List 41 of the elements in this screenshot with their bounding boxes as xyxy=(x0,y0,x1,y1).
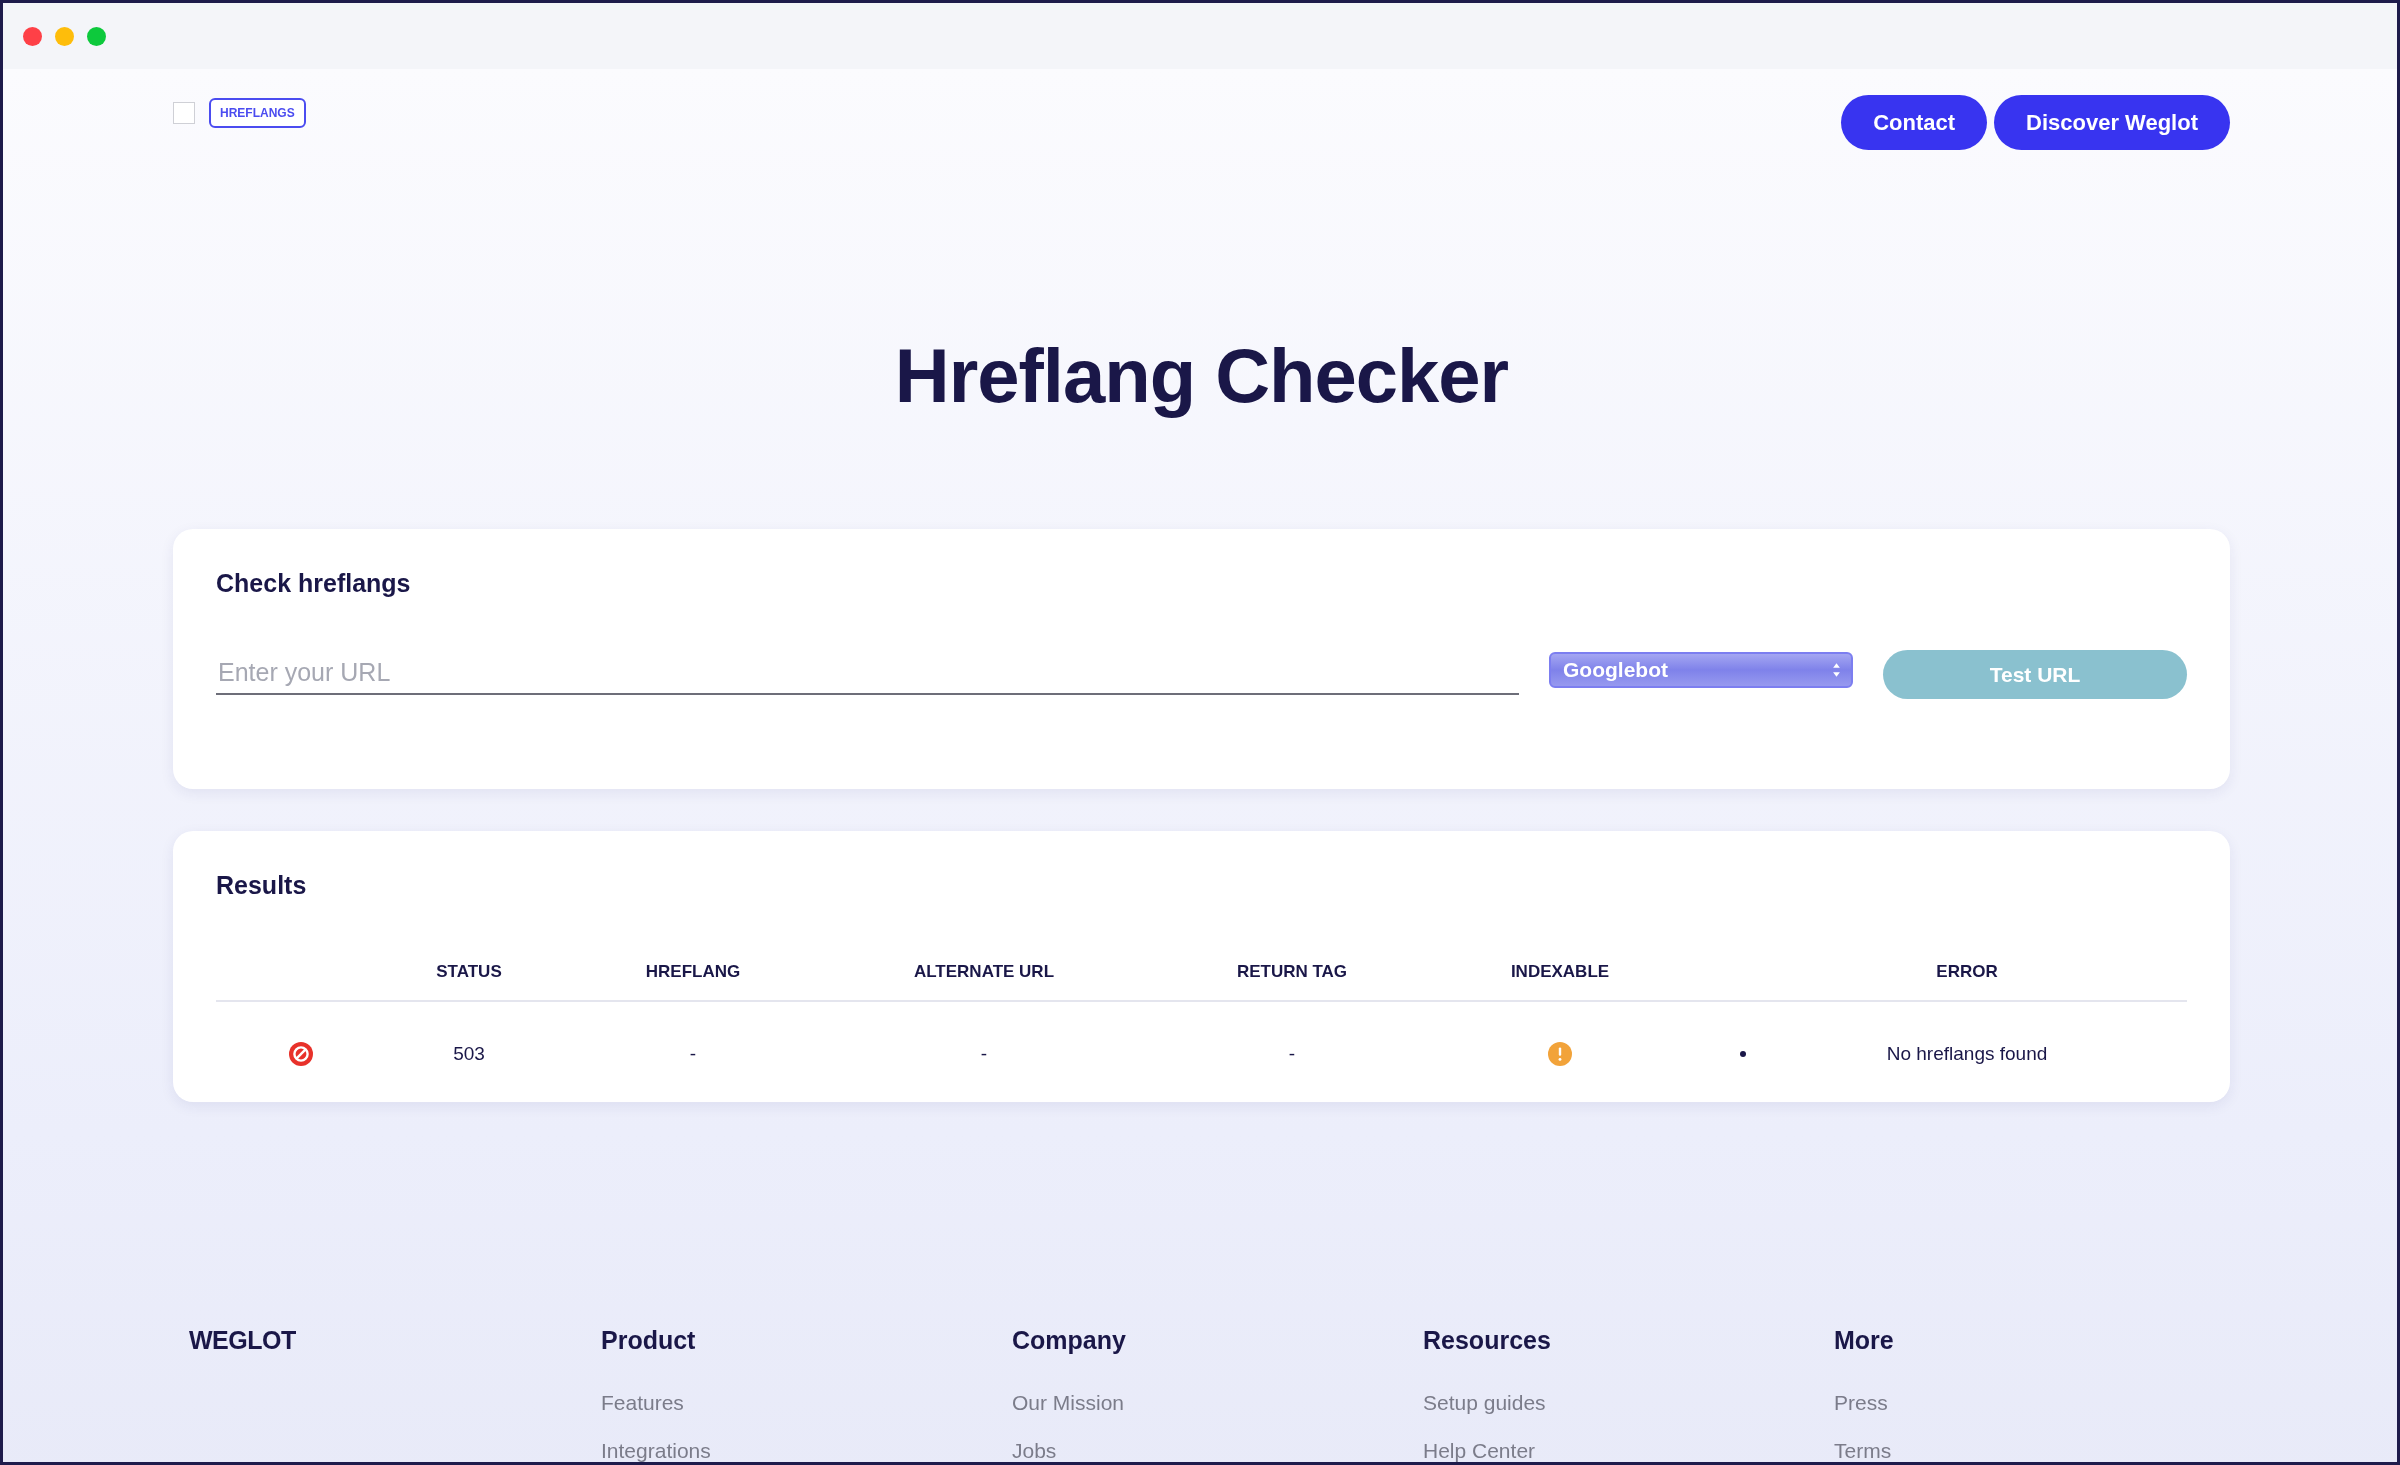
nav-button[interactable]: Contact xyxy=(1841,95,1987,150)
footer-link[interactable]: Jobs xyxy=(1012,1439,1057,1462)
footer-link[interactable]: Our Mission xyxy=(1012,1391,1125,1415)
select-arrows-icon xyxy=(1832,661,1841,678)
nav-button[interactable]: Discover Weglot xyxy=(1994,95,2230,150)
footer-link[interactable]: Features xyxy=(601,1391,684,1415)
minimize-window-icon[interactable] xyxy=(55,26,74,46)
footer-heading: Resources xyxy=(1423,1326,1551,1355)
bot-select[interactable]: Googlebot xyxy=(1549,651,1853,688)
table-cell: - xyxy=(980,1043,988,1065)
column-header: INDEXABLE xyxy=(1510,962,1610,982)
table-cell: - xyxy=(1288,1043,1296,1065)
blocked-icon xyxy=(288,1042,313,1066)
close-window-icon[interactable] xyxy=(23,26,42,46)
page-title: Hreflang Checker xyxy=(893,332,1510,419)
table-cell: No hreflangs found xyxy=(1886,1043,2048,1065)
checkbox[interactable] xyxy=(173,102,195,124)
weglot-logo[interactable]: WEGLOT xyxy=(189,1326,296,1355)
column-header: RETURN TAG xyxy=(1236,962,1348,982)
footer-link[interactable]: Setup guides xyxy=(1423,1391,1546,1415)
test-url-button[interactable]: Test URL xyxy=(1883,650,2187,699)
footer-link[interactable]: Integrations xyxy=(601,1439,711,1462)
footer-heading: Product xyxy=(601,1326,696,1355)
table-cell: 503 xyxy=(453,1043,485,1065)
url-input-field[interactable]: Enter your URL xyxy=(216,654,1519,695)
footer-link[interactable]: Press xyxy=(1834,1391,1888,1415)
footer-link[interactable]: Terms xyxy=(1834,1439,1892,1462)
card-heading: Results xyxy=(216,871,308,900)
column-header: ALTERNATE URL xyxy=(913,962,1055,982)
bullet-icon xyxy=(1740,1051,1746,1057)
footer-heading: More xyxy=(1834,1326,1894,1355)
column-header: ERROR xyxy=(1936,962,1998,982)
column-header: STATUS xyxy=(436,962,502,982)
footer-heading: Company xyxy=(1012,1326,1126,1355)
column-header: HREFLANG xyxy=(645,962,741,982)
hreflangs-tag[interactable]: HREFLANGS xyxy=(209,98,306,128)
table-cell: - xyxy=(689,1043,697,1065)
footer-link[interactable]: Help Center xyxy=(1423,1439,1536,1462)
card-heading: Check hreflangs xyxy=(216,569,412,598)
warning-icon xyxy=(1548,1042,1572,1066)
zoom-window-icon[interactable] xyxy=(87,26,106,46)
